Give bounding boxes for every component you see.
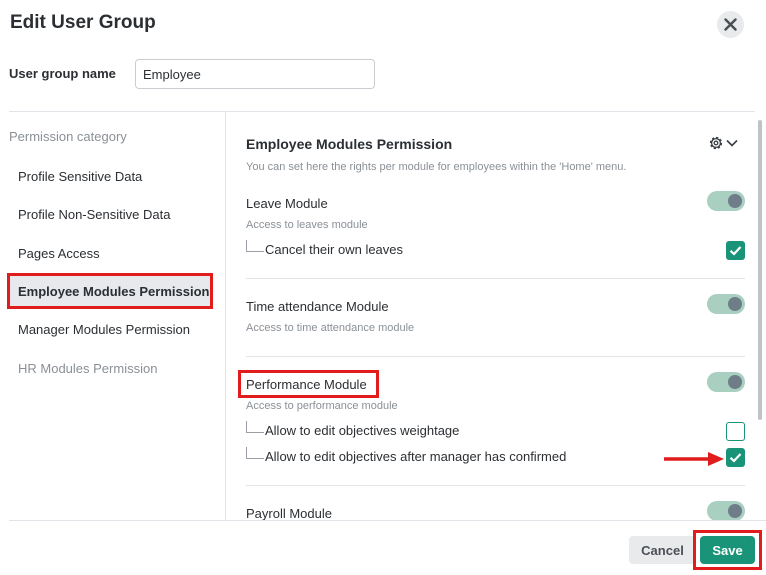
tree-connector	[246, 239, 264, 252]
module-title: Leave Module	[246, 196, 328, 211]
close-button[interactable]	[717, 11, 744, 38]
option-label: Cancel their own leaves	[265, 242, 404, 257]
module-title: Time attendance Module	[246, 299, 389, 314]
module-description: Access to leaves module	[246, 219, 368, 231]
sidebar-item-hr-modules[interactable]: HR Modules Permission	[9, 351, 211, 385]
time-attendance-toggle[interactable]	[707, 294, 745, 314]
sidebar-item-manager-modules[interactable]: Manager Modules Permission	[9, 312, 211, 346]
close-icon	[724, 18, 737, 31]
sidebar-item-pages-access[interactable]: Pages Access	[9, 236, 211, 270]
group-name-label: User group name	[9, 66, 116, 81]
permission-option: Allow to edit objectives after manager h…	[246, 446, 567, 464]
sidebar-item-profile-sensitive[interactable]: Profile Sensitive Data	[9, 159, 211, 193]
cancel-leaves-checkbox[interactable]	[726, 241, 745, 260]
tree-connector	[246, 446, 264, 459]
section-description: You can set here the rights per module f…	[246, 161, 627, 173]
section-title: Employee Modules Permission	[246, 136, 453, 152]
payroll-module-toggle[interactable]	[707, 501, 745, 520]
divider	[246, 485, 745, 486]
chevron-down-icon	[726, 139, 738, 147]
permission-option: Allow to edit objectives weightage	[246, 420, 460, 438]
tree-connector	[246, 420, 264, 433]
scrollbar[interactable]	[758, 120, 762, 420]
permission-option: Cancel their own leaves	[246, 239, 404, 257]
leave-module-toggle[interactable]	[707, 191, 745, 211]
settings-menu-button[interactable]	[708, 134, 742, 152]
check-icon	[729, 453, 742, 463]
option-label: Allow to edit objectives weightage	[265, 423, 460, 438]
sidebar-item-employee-modules[interactable]: Employee Modules Permission	[9, 274, 211, 308]
divider	[246, 278, 745, 279]
sidebar-heading: Permission category	[9, 129, 127, 144]
module-title: Payroll Module	[246, 506, 332, 520]
option-label: Allow to edit objectives after manager h…	[265, 449, 567, 464]
sidebar-item-profile-non-sensitive[interactable]: Profile Non-Sensitive Data	[9, 197, 211, 231]
gear-icon	[709, 136, 723, 150]
divider	[246, 356, 745, 357]
cancel-button[interactable]: Cancel	[629, 536, 696, 564]
edit-weightage-checkbox[interactable]	[726, 422, 745, 441]
save-button[interactable]: Save	[700, 536, 755, 564]
group-name-input[interactable]	[135, 59, 375, 89]
dialog-title: Edit User Group	[10, 12, 156, 33]
module-description: Access to performance module	[246, 400, 398, 412]
arrow-right-icon	[664, 452, 724, 466]
check-icon	[729, 246, 742, 256]
edit-after-confirm-checkbox[interactable]	[726, 448, 745, 467]
divider	[9, 520, 766, 521]
performance-module-toggle[interactable]	[707, 372, 745, 392]
module-description: Access to time attendance module	[246, 322, 415, 334]
module-title: Performance Module	[246, 377, 367, 392]
